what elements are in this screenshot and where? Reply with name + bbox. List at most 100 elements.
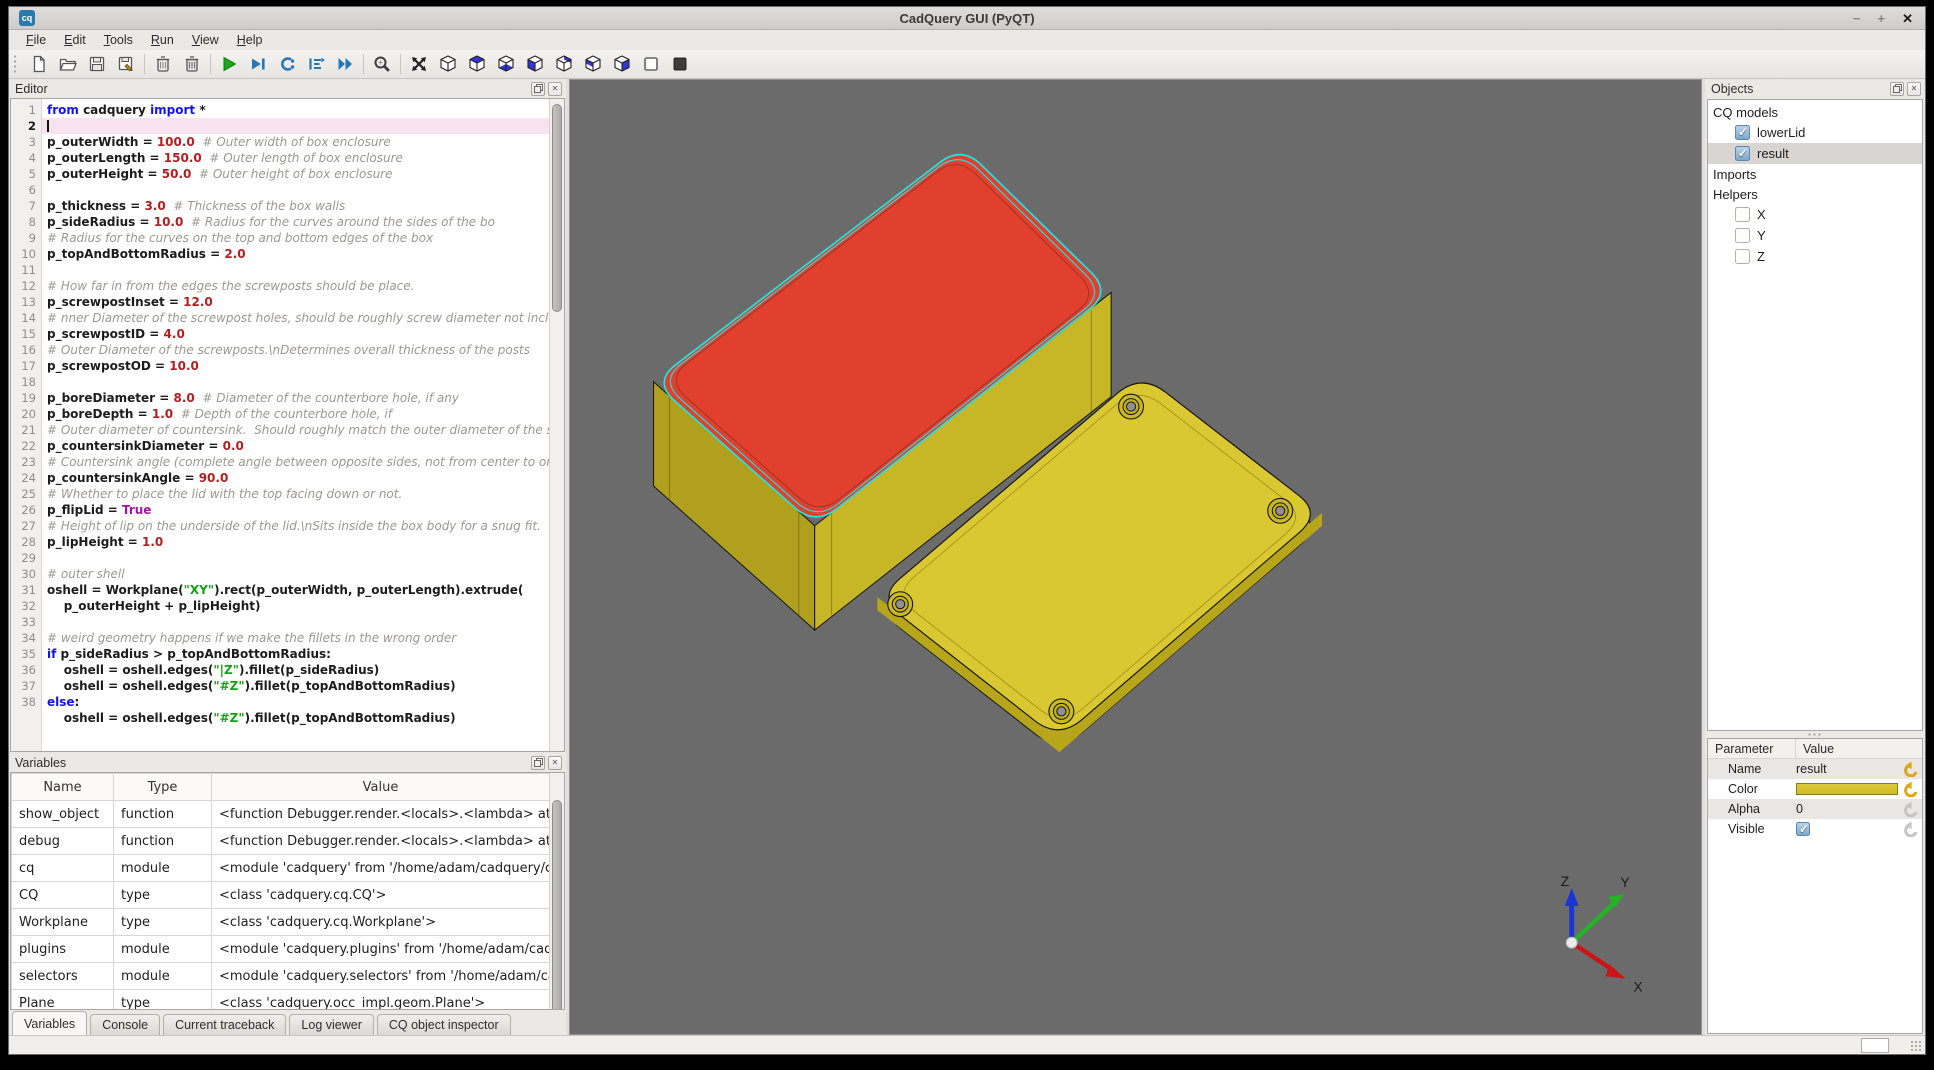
- editor-float-button[interactable]: [531, 82, 545, 96]
- cube-iso-button[interactable]: [436, 52, 460, 76]
- tab-cq-object-inspector[interactable]: CQ object inspector: [377, 1014, 511, 1035]
- code-line[interactable]: # Whether to place the lid with the top …: [42, 486, 550, 502]
- tree-item-lowerlid[interactable]: lowerLid: [1708, 122, 1922, 143]
- undo-button[interactable]: [1898, 821, 1922, 837]
- code-line[interactable]: p_topAndBottomRadius = 2.0: [42, 246, 550, 262]
- variables-close-button[interactable]: ✕: [548, 756, 562, 770]
- resize-grip[interactable]: [1910, 1040, 1921, 1051]
- editor-scrollbar[interactable]: [549, 99, 564, 751]
- y-checkbox[interactable]: [1735, 228, 1750, 243]
- clear-button[interactable]: [151, 52, 175, 76]
- x-checkbox[interactable]: [1735, 207, 1750, 222]
- code-line[interactable]: [42, 374, 550, 390]
- close-button[interactable]: ✕: [1902, 12, 1913, 25]
- code-line[interactable]: oshell = oshell.edges("|Z").fillet(p_sid…: [42, 662, 550, 678]
- editor-scrollbar-thumb[interactable]: [552, 104, 562, 312]
- code-line[interactable]: # How far in from the edges the screwpos…: [42, 278, 550, 294]
- variables-row[interactable]: cqmodule<module 'cadquery' from '/home/a…: [12, 855, 550, 882]
- param-row-color[interactable]: Color: [1708, 779, 1922, 799]
- menu-tools[interactable]: Tools: [95, 32, 142, 48]
- variables-col-value[interactable]: Value: [212, 774, 550, 801]
- code-line[interactable]: p_outerWidth = 100.0 # Outer width of bo…: [42, 134, 550, 150]
- code-line[interactable]: # Countersink angle (complete angle betw…: [42, 454, 550, 470]
- code-line[interactable]: p_sideRadius = 10.0 # Radius for the cur…: [42, 214, 550, 230]
- variables-row[interactable]: debugfunction<function Debugger.render.<…: [12, 828, 550, 855]
- code-line[interactable]: p_countersinkDiameter = 0.0: [42, 438, 550, 454]
- tab-current-traceback[interactable]: Current traceback: [163, 1014, 286, 1035]
- minimize-button[interactable]: −: [1853, 12, 1861, 25]
- code-editor[interactable]: 1234567891011121314151617181920212223242…: [10, 98, 565, 752]
- tab-variables[interactable]: Variables: [12, 1011, 87, 1035]
- objects-parameter-splitter[interactable]: [1705, 731, 1925, 738]
- open-button[interactable]: [56, 52, 80, 76]
- code-line[interactable]: [42, 182, 550, 198]
- delete-button[interactable]: [180, 52, 204, 76]
- view-shaded-button[interactable]: [668, 52, 692, 76]
- save-as-button[interactable]: [114, 52, 138, 76]
- code-line[interactable]: p_outerHeight + p_lipHeight): [42, 598, 550, 614]
- tree-item-y[interactable]: Y: [1708, 225, 1922, 246]
- code-line[interactable]: p_boreDiameter = 8.0 # Diameter of the c…: [42, 390, 550, 406]
- cube-top-button[interactable]: [465, 52, 489, 76]
- editor-close-button[interactable]: ✕: [548, 82, 562, 96]
- zoom-button[interactable]: [370, 52, 394, 76]
- toolbar-drag-handle[interactable]: [13, 54, 18, 74]
- variables-scrollbar-thumb[interactable]: [552, 800, 562, 1010]
- menu-help[interactable]: Help: [228, 32, 272, 48]
- code-line[interactable]: oshell = oshell.edges("#Z").fillet(p_top…: [42, 678, 550, 694]
- z-checkbox[interactable]: [1735, 249, 1750, 264]
- tree-item-z[interactable]: Z: [1708, 246, 1922, 267]
- editor-code-area[interactable]: from cadquery import * p_outerWidth = 100…: [42, 99, 550, 751]
- objects-float-button[interactable]: [1890, 82, 1904, 96]
- code-line[interactable]: p_screwpostInset = 12.0: [42, 294, 550, 310]
- tree-group-helpers[interactable]: Helpers: [1708, 184, 1922, 204]
- variables-row[interactable]: pluginsmodule<module 'cadquery.plugins' …: [12, 936, 550, 963]
- cube-back-button[interactable]: [552, 52, 576, 76]
- code-line[interactable]: oshell = Workplane("XY").rect(p_outerWid…: [42, 582, 550, 598]
- variables-row[interactable]: CQtype<class 'cadquery.cq.CQ'>: [12, 882, 550, 909]
- param-row-name[interactable]: Nameresult: [1708, 759, 1922, 779]
- undo-button[interactable]: [1898, 781, 1922, 797]
- code-line[interactable]: # weird geometry happens if we make the …: [42, 630, 550, 646]
- param-row-alpha[interactable]: Alpha0: [1708, 799, 1922, 819]
- lowerlid-checkbox[interactable]: [1735, 125, 1750, 140]
- code-line[interactable]: # Outer Diameter of the screwposts.\nDet…: [42, 342, 550, 358]
- title-bar[interactable]: cq CadQuery GUI (PyQT) −+✕: [9, 7, 1925, 30]
- code-line[interactable]: p_boreDepth = 1.0 # Depth of the counter…: [42, 406, 550, 422]
- code-line[interactable]: # Radius for the curves on the top and b…: [42, 230, 550, 246]
- code-line[interactable]: [42, 614, 550, 630]
- code-line[interactable]: [42, 118, 550, 134]
- save-button[interactable]: [85, 52, 109, 76]
- tree-item-result[interactable]: result: [1708, 143, 1922, 164]
- cube-right-button[interactable]: [610, 52, 634, 76]
- code-line[interactable]: if p_sideRadius > p_topAndBottomRadius:: [42, 646, 550, 662]
- undo-button[interactable]: [1898, 761, 1922, 777]
- tab-log-viewer[interactable]: Log viewer: [289, 1014, 373, 1035]
- cube-bottom-button[interactable]: [494, 52, 518, 76]
- step-into-button[interactable]: [275, 52, 299, 76]
- param-row-visible[interactable]: Visible: [1708, 819, 1922, 839]
- variables-float-button[interactable]: [531, 756, 545, 770]
- cube-front-button[interactable]: [523, 52, 547, 76]
- code-line[interactable]: # nner Diameter of the screwpost holes, …: [42, 310, 550, 326]
- code-line[interactable]: p_outerHeight = 50.0 # Outer height of b…: [42, 166, 550, 182]
- tree-group-cq-models[interactable]: CQ models: [1708, 102, 1922, 122]
- cube-left-button[interactable]: [581, 52, 605, 76]
- menu-file[interactable]: File: [17, 32, 55, 48]
- step-over-button[interactable]: [304, 52, 328, 76]
- variables-scrollbar[interactable]: [549, 773, 564, 1009]
- code-line[interactable]: from cadquery import *: [42, 102, 550, 118]
- code-line[interactable]: [42, 550, 550, 566]
- code-line[interactable]: # outer shell: [42, 566, 550, 582]
- menu-edit[interactable]: Edit: [55, 32, 95, 48]
- maximize-button[interactable]: +: [1878, 12, 1886, 25]
- menu-run[interactable]: Run: [142, 32, 183, 48]
- color-swatch[interactable]: [1796, 783, 1898, 795]
- menu-view[interactable]: View: [183, 32, 228, 48]
- variables-row[interactable]: selectorsmodule<module 'cadquery.selecto…: [12, 963, 550, 990]
- new-file-button[interactable]: [27, 52, 51, 76]
- tab-console[interactable]: Console: [90, 1014, 160, 1035]
- code-line[interactable]: # Height of lip on the underside of the …: [42, 518, 550, 534]
- view-wireframe-button[interactable]: [639, 52, 663, 76]
- code-line[interactable]: [42, 262, 550, 278]
